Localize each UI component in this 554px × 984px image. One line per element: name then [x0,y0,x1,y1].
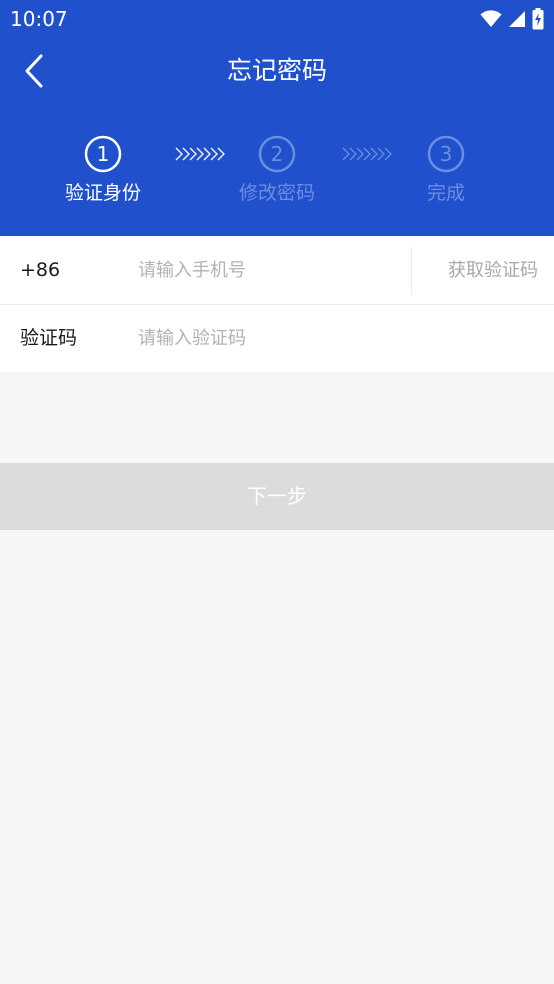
battery-charging-icon [532,8,544,30]
phone-row: +86 获取验证码 [0,237,554,304]
page-title: 忘记密码 [226,56,327,85]
step-1-number: 1 [97,142,110,166]
get-code-button[interactable]: 获取验证码 [448,237,538,304]
step-1: 1 验证身份 [33,134,173,206]
verify-form: +86 获取验证码 验证码 [0,237,554,372]
step-1-label: 验证身份 [64,182,141,204]
step-3: 3 完成 [376,134,516,206]
divider [411,247,412,295]
next-button[interactable]: 下一步 [0,463,554,530]
status-time: 10:07 [10,7,68,31]
cell-signal-icon [509,11,525,27]
step-3-number: 3 [440,142,453,166]
step-2-number: 2 [271,142,284,166]
step-2-circle: 2 [258,135,296,173]
code-input[interactable] [138,305,398,372]
phone-input[interactable] [138,237,398,304]
step-2: 2 修改密码 [207,134,347,206]
step-1-circle: 1 [84,135,122,173]
step-indicator: 1 验证身份 2 修改密码 3 完成 [0,134,554,214]
code-row: 验证码 [0,304,554,372]
step-3-circle: 3 [427,135,465,173]
step-3-label: 完成 [426,182,465,204]
header: 10:07 忘记密码 1 验证身份 2 修改密码 3 完成 [0,0,554,236]
status-icons [480,7,544,31]
wifi-icon [480,10,502,27]
code-label: 验证码 [20,327,78,349]
step-2-label: 修改密码 [238,182,315,204]
country-code[interactable]: +86 [20,237,60,304]
nav-bar: 忘记密码 [0,40,554,102]
status-bar: 10:07 [0,0,554,38]
